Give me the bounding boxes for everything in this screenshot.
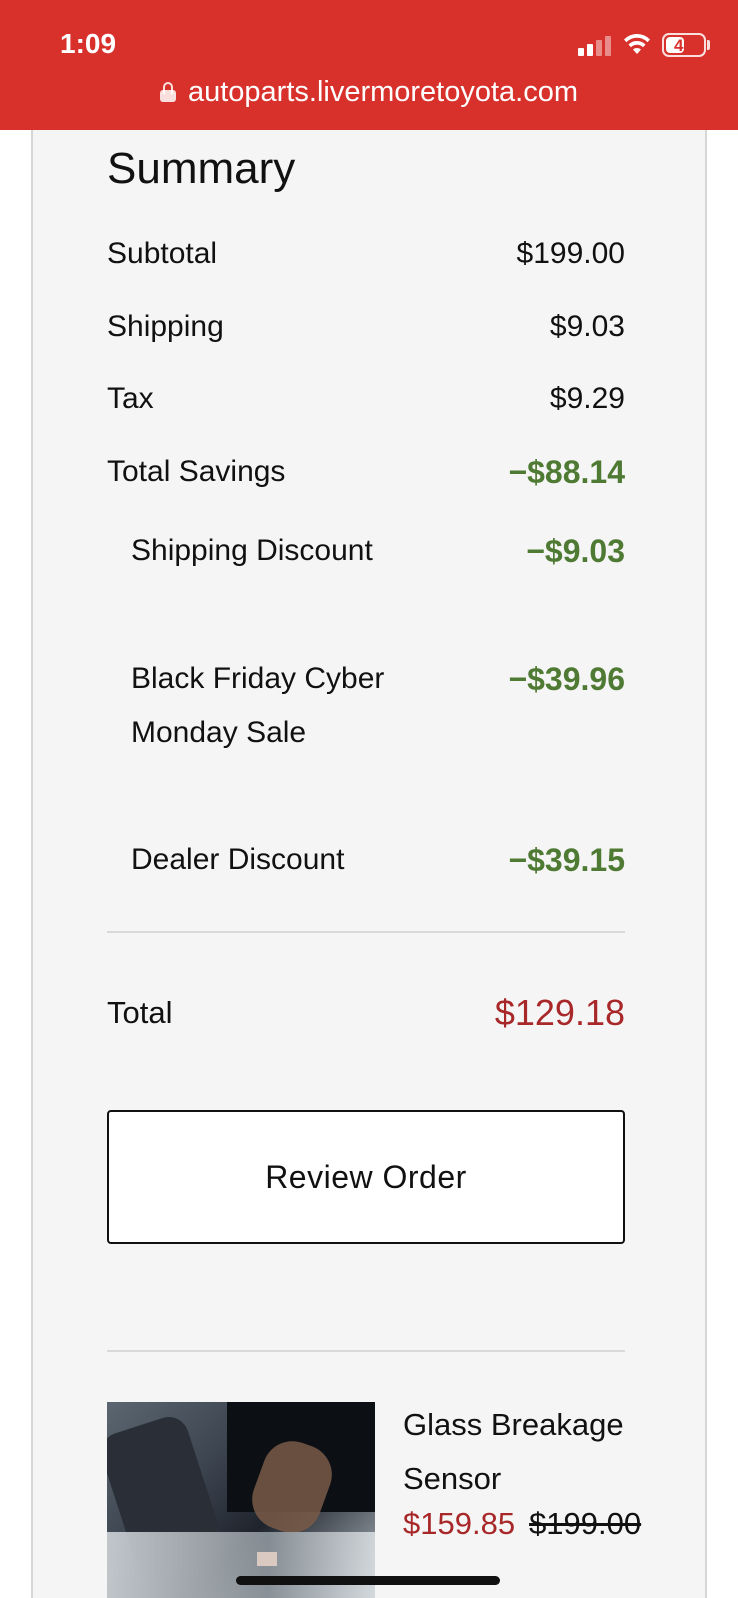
total-savings-row: Total Savings −$88.14 [107, 445, 625, 499]
dealer-discount-label: Dealer Discount [131, 843, 345, 876]
summary-divider [107, 931, 625, 933]
product-original-price: $199.00 [529, 1506, 642, 1541]
shipping-discount-value: −$9.03 [526, 533, 625, 569]
dealer-discount-row: Dealer Discount −$39.15 [107, 833, 625, 887]
black-friday-discount-value: −$39.96 [508, 661, 625, 697]
summary-title: Summary [107, 144, 296, 193]
review-order-button[interactable]: Review Order [107, 1110, 625, 1244]
tax-value: $9.29 [549, 382, 625, 415]
subtotal-row: Subtotal $199.00 [107, 227, 625, 281]
product-name[interactable]: Glass Breakage Sensor [403, 1398, 683, 1506]
product-price: $159.85 $199.00 [403, 1506, 641, 1542]
total-savings-label: Total Savings [107, 455, 286, 488]
url-text: autoparts.livermoretoyota.com [187, 76, 579, 108]
cart-divider [107, 1350, 625, 1352]
total-row: Total $129.18 [107, 992, 625, 1034]
battery-icon: 43 [662, 33, 706, 57]
tax-row: Tax $9.29 [107, 372, 625, 426]
black-friday-discount-label: Black Friday Cyber Monday Sale [131, 662, 385, 749]
status-time: 1:09 [60, 28, 117, 59]
order-summary-panel: Summary Subtotal $199.00 Shipping $9.03 … [31, 130, 707, 1598]
home-indicator[interactable] [236, 1576, 500, 1585]
wifi-icon [624, 33, 650, 54]
shipping-value: $9.03 [549, 310, 625, 343]
subtotal-value: $199.00 [516, 237, 625, 270]
battery-level: 43 [674, 36, 694, 55]
product-image[interactable] [107, 1402, 375, 1598]
lock-icon [159, 82, 176, 102]
total-value: $129.18 [494, 992, 625, 1033]
product-sale-price: $159.85 [403, 1506, 516, 1541]
tax-label: Tax [107, 382, 154, 415]
address-bar[interactable]: autoparts.livermoretoyota.com [0, 76, 738, 109]
shipping-row: Shipping $9.03 [107, 300, 625, 354]
shipping-discount-label: Shipping Discount [131, 534, 373, 567]
black-friday-discount-row: Black Friday Cyber Monday Sale −$39.96 [107, 652, 625, 760]
cellular-signal-icon [578, 34, 614, 56]
shipping-label: Shipping [107, 310, 224, 343]
total-savings-value: −$88.14 [508, 454, 625, 490]
dealer-discount-value: −$39.15 [508, 842, 625, 878]
subtotal-label: Subtotal [107, 237, 218, 270]
browser-top-bar: 1:09 43 autoparts.livermoretoyota.com [0, 0, 738, 130]
shipping-discount-row: Shipping Discount −$9.03 [107, 524, 625, 578]
total-label: Total [107, 995, 173, 1030]
